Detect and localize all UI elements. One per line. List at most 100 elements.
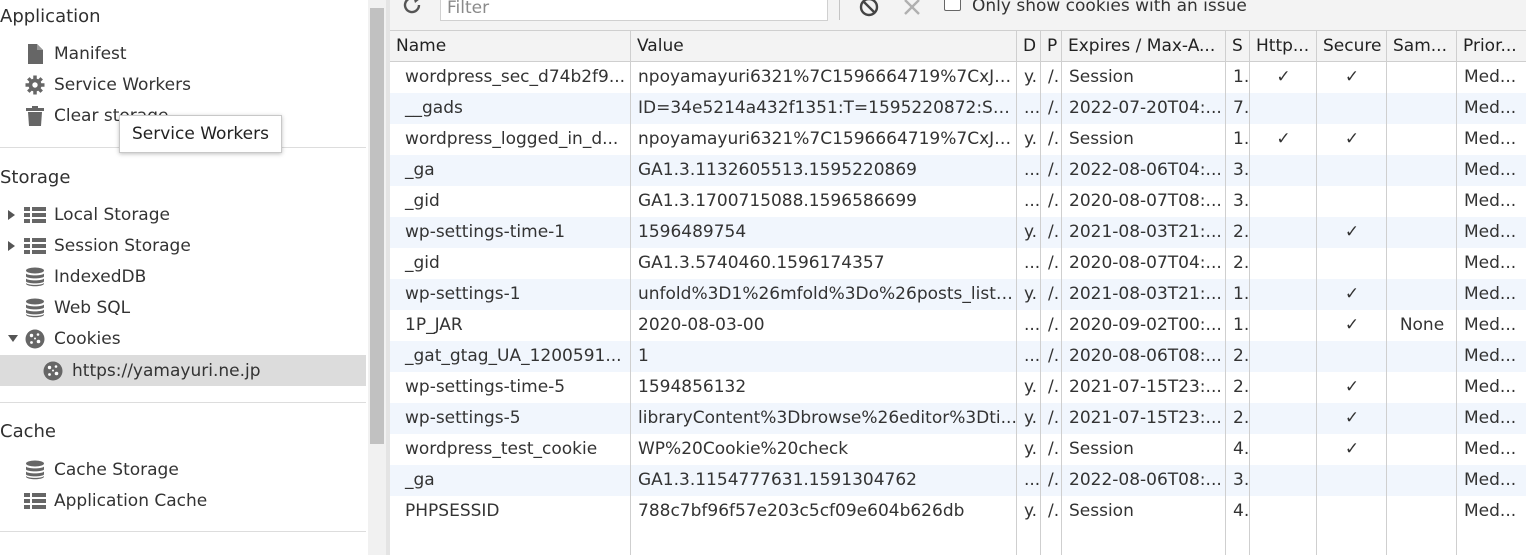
- cell-size: 2.: [1233, 222, 1250, 242]
- table-row[interactable]: _ga GA1.3.1132605513.1595220869... /. 2022-…: [390, 155, 1526, 186]
- table-row[interactable]: _gat_gtag_UA_1200591... 1... /. 2020-08-06T…: [390, 341, 1526, 372]
- table-row[interactable]: wp-settings-time-5 1594856132 y. /. 2021-07-…: [390, 372, 1526, 403]
- cell-domain: y.: [1024, 377, 1038, 397]
- cell-path: /.: [1048, 191, 1060, 211]
- cell-size: 4.: [1233, 439, 1250, 459]
- sidebar-item-application-cache[interactable]: Application Cache: [0, 485, 366, 516]
- cell-domain: ...: [1024, 315, 1041, 335]
- section-title-application: Application: [0, 6, 101, 27]
- cell-domain: ...: [1024, 98, 1041, 118]
- sidebar-item-web-sql[interactable]: Web SQL: [0, 292, 366, 323]
- cell-domain: y.: [1024, 439, 1038, 459]
- cell-httponly: [1250, 372, 1317, 403]
- table-row[interactable]: wp-settings-5 libraryContent%3Dbrowse%26e…: [390, 403, 1526, 434]
- cell-secure: ✓: [1344, 222, 1360, 242]
- column-divider[interactable]: [1225, 31, 1226, 555]
- table-row[interactable]: wordpress_logged_in_d... npoyamayuri6321%…: [390, 124, 1526, 155]
- sidebar-item-indexeddb[interactable]: IndexedDB: [0, 261, 366, 292]
- cell-expires: Session: [1069, 501, 1134, 521]
- cell-size: 2.: [1233, 346, 1250, 366]
- table-row[interactable]: _gid GA1.3.1700715088.1596586699... /. 2020…: [390, 186, 1526, 217]
- column-divider[interactable]: [1040, 31, 1041, 555]
- cell-value: npoyamayuri6321%7C1596664719%7CxJv...: [638, 67, 1017, 87]
- document-icon: [24, 43, 46, 65]
- sidebar-scrollbar-thumb[interactable]: [370, 8, 384, 444]
- column-divider[interactable]: [1456, 31, 1457, 555]
- expand-arrow-icon[interactable]: [8, 240, 15, 251]
- column-divider[interactable]: [1386, 31, 1387, 555]
- sidebar-item-cookie-origin[interactable]: https://yamayuri.ne.jp: [0, 355, 366, 386]
- section-divider: [0, 402, 366, 403]
- sidebar-item-cookies[interactable]: Cookies: [0, 323, 366, 354]
- cell-secure: ✓: [1344, 439, 1360, 459]
- column-divider[interactable]: [1249, 31, 1250, 555]
- column-header-secure[interactable]: Secure: [1317, 31, 1387, 62]
- cell-name: _ga: [405, 470, 435, 490]
- cell-secure: [1317, 186, 1387, 217]
- sidebar-item-session-storage[interactable]: Session Storage: [0, 230, 366, 261]
- cell-samesite: [1387, 217, 1457, 248]
- cell-httponly: [1250, 403, 1317, 434]
- cell-priority: Med...: [1464, 191, 1517, 211]
- column-header-path[interactable]: P: [1041, 31, 1062, 62]
- expand-arrow-icon[interactable]: [8, 209, 15, 220]
- column-divider[interactable]: [630, 31, 631, 555]
- column-header-expires[interactable]: Expires / Max-A...: [1062, 31, 1226, 62]
- database-icon: [24, 297, 46, 319]
- sidebar-item-label: Local Storage: [54, 204, 170, 225]
- delete-selected-icon[interactable]: [903, 0, 921, 21]
- sidebar-item-local-storage[interactable]: Local Storage: [0, 199, 366, 230]
- only-issues-checkbox[interactable]: [944, 0, 961, 11]
- column-header-samesite[interactable]: Sam...: [1387, 31, 1457, 62]
- refresh-icon[interactable]: [402, 0, 424, 21]
- cell-domain: ...: [1024, 253, 1041, 273]
- cell-domain: ...: [1024, 160, 1041, 180]
- column-header-value[interactable]: Value: [631, 31, 1017, 62]
- sidebar-item-cache-storage[interactable]: Cache Storage: [0, 454, 366, 485]
- cell-path: /.: [1048, 253, 1060, 273]
- cell-value: 788c7bf96f57e203c5cf09e604b626db: [638, 501, 965, 521]
- cell-name: _ga: [405, 160, 435, 180]
- cell-value: npoyamayuri6321%7C1596664719%7CxJv...: [638, 129, 1017, 149]
- sidebar-item-manifest[interactable]: Manifest: [0, 38, 366, 69]
- table-row[interactable]: wp-settings-1 unfold%3D1%26mfold%3Do%26po…: [390, 279, 1526, 310]
- cell-name: wp-settings-1: [405, 284, 521, 304]
- column-header-name[interactable]: Name: [390, 31, 631, 62]
- cell-samesite: [1387, 248, 1457, 279]
- cell-value: 1: [638, 346, 649, 366]
- column-header-priority[interactable]: Prior...: [1457, 31, 1526, 62]
- table-row[interactable]: _gid GA1.3.5740460.1596174357... /. 2020-08…: [390, 248, 1526, 279]
- table-row[interactable]: wordpress_test_cookie WP%20Cookie%20check…: [390, 434, 1526, 465]
- column-divider[interactable]: [1061, 31, 1062, 555]
- table-row[interactable]: 1P_JAR 2020-08-03-00... /. 2020-09-02T00:..…: [390, 310, 1526, 341]
- cell-path: /.: [1048, 129, 1060, 149]
- cell-samesite: [1387, 496, 1457, 527]
- column-divider[interactable]: [1016, 31, 1017, 555]
- cookie-icon: [24, 328, 46, 350]
- cell-value: GA1.3.1700715088.1596586699: [638, 191, 917, 211]
- cell-size: 1.: [1233, 284, 1250, 304]
- cell-domain: y.: [1024, 129, 1038, 149]
- table-row[interactable]: _ga GA1.3.1154777631.1591304762... /. 2022-…: [390, 465, 1526, 496]
- column-header-size[interactable]: S: [1226, 31, 1250, 62]
- cell-secure: ✓: [1344, 315, 1360, 335]
- table-row[interactable]: wp-settings-time-1 1596489754 y. /. 2021-08-…: [390, 217, 1526, 248]
- cell-name: _gat_gtag_UA_1200591...: [405, 346, 622, 366]
- cell-secure: [1317, 155, 1387, 186]
- cell-expires: 2021-07-15T23:...: [1069, 408, 1222, 428]
- table-row[interactable]: wordpress_sec_d74b2f9... npoyamayuri6321%…: [390, 62, 1526, 93]
- cell-secure: ✓: [1344, 67, 1360, 87]
- table-row[interactable]: __gads ID=34e5214a432f1351:T=1595220872:S…: [390, 93, 1526, 124]
- column-header-httponly[interactable]: Http...: [1250, 31, 1317, 62]
- filter-input[interactable]: [440, 0, 828, 21]
- collapse-arrow-icon[interactable]: [8, 335, 18, 342]
- column-divider[interactable]: [1316, 31, 1317, 555]
- column-header-domain[interactable]: D: [1017, 31, 1041, 62]
- cell-expires: Session: [1069, 439, 1134, 459]
- sidebar-item-service-workers[interactable]: Service Workers: [0, 69, 366, 100]
- grid-icon: [24, 235, 46, 257]
- cell-expires: 2020-08-06T08:...: [1069, 346, 1222, 366]
- table-row[interactable]: PHPSESSID 788c7bf96f57e203c5cf09e604b626d…: [390, 496, 1526, 527]
- clear-all-icon[interactable]: [859, 0, 879, 22]
- cell-value: 1594856132: [638, 377, 747, 397]
